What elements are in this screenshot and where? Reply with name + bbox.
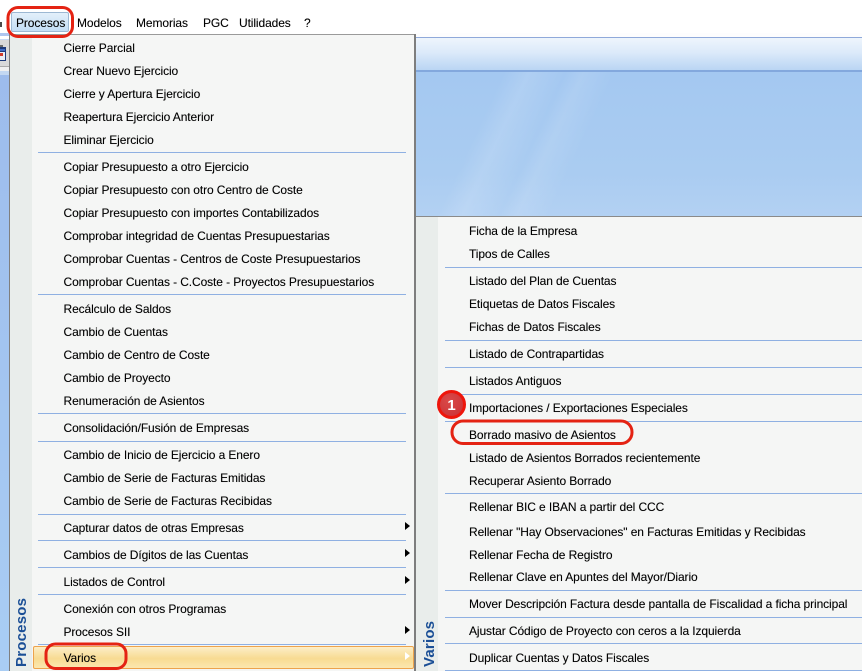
svg-text:1: 1 bbox=[447, 397, 455, 414]
